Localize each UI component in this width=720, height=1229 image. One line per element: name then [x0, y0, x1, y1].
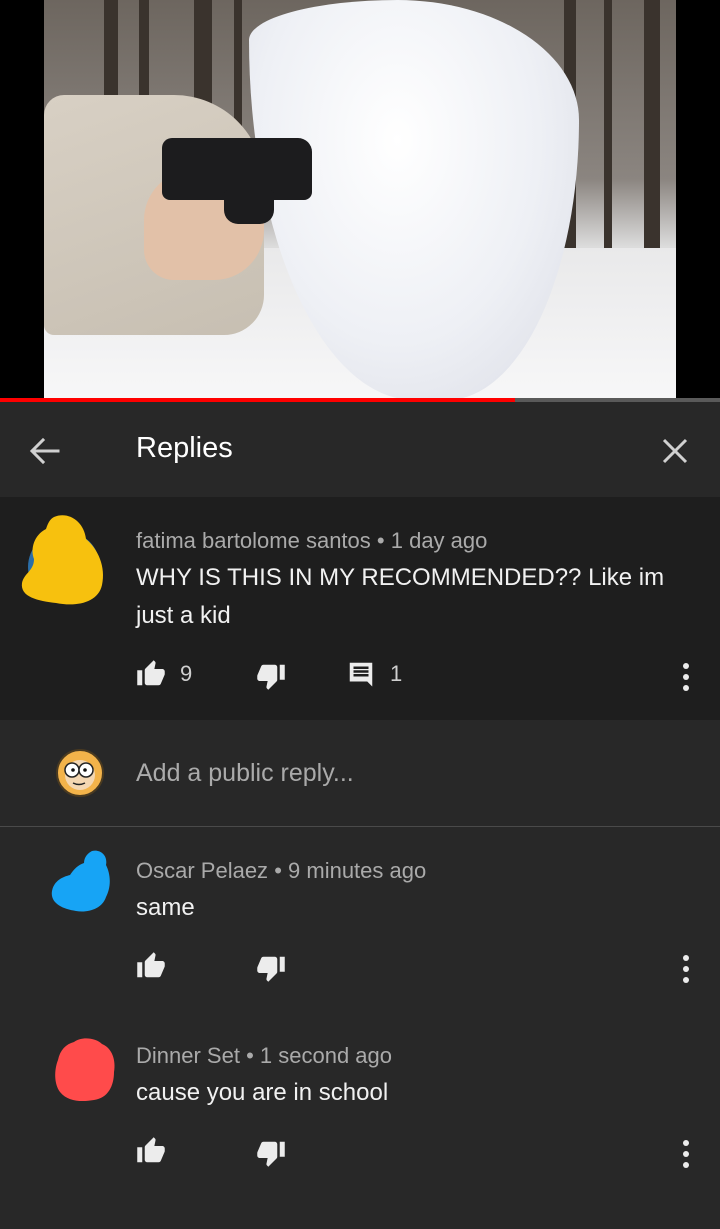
comment-actions: 9 1 [0, 657, 720, 697]
comment-meta: Dinner Set • 1 second ago [136, 1043, 392, 1069]
more-options-button[interactable] [672, 1136, 700, 1172]
back-button[interactable] [22, 428, 68, 474]
reply-comment: Dinner Set • 1 second ago cause you are … [0, 1012, 720, 1229]
comment-text: cause you are in school [136, 1079, 389, 1106]
more-vert-icon [683, 663, 689, 691]
comment-text: same [136, 894, 195, 921]
thumbs-down-icon [257, 1141, 285, 1167]
user-avatar [56, 749, 104, 797]
close-icon [662, 438, 688, 464]
reply-button[interactable]: 1 [346, 659, 402, 689]
comment-text: WHY IS THIS IN MY RECOMMENDED?? Like im … [136, 564, 665, 629]
comment-meta: Oscar Pelaez • 9 minutes ago [136, 858, 426, 884]
comment-actions [0, 949, 720, 989]
add-reply-row [0, 720, 720, 827]
separator: • [376, 528, 385, 553]
video-frame [44, 0, 676, 398]
more-options-button[interactable] [672, 659, 700, 695]
comment-meta: fatima bartolome santos • 1 day ago [136, 528, 487, 554]
like-count: 9 [180, 661, 193, 686]
like-button[interactable]: 9 [136, 659, 192, 689]
avatar[interactable] [16, 509, 108, 609]
like-button[interactable] [136, 1136, 166, 1166]
separator: • [246, 1043, 254, 1068]
comment-author[interactable]: Oscar Pelaez [136, 858, 268, 883]
dislike-button[interactable] [256, 953, 286, 983]
parent-comment: fatima bartolome santos • 1 day ago WHY … [0, 497, 720, 720]
more-vert-icon [683, 1140, 689, 1168]
comment-time: 1 day ago [390, 528, 488, 553]
thumbs-up-icon [137, 1137, 165, 1163]
more-options-button[interactable] [672, 951, 700, 987]
page-title: Replies [136, 432, 233, 464]
comment-actions [0, 1134, 720, 1174]
thumbs-up-icon [137, 952, 165, 978]
like-button[interactable] [136, 951, 166, 981]
comment-time: 9 minutes ago [288, 858, 427, 883]
comment-author[interactable]: fatima bartolome santos [136, 528, 371, 553]
separator: • [274, 858, 282, 883]
more-vert-icon [683, 955, 689, 983]
arrow-left-icon [29, 437, 60, 465]
comment-author[interactable]: Dinner Set [136, 1043, 240, 1068]
reply-input[interactable] [136, 756, 676, 790]
dislike-button[interactable] [256, 1138, 286, 1168]
avatar[interactable] [48, 847, 112, 915]
close-button[interactable] [652, 428, 698, 474]
comment-icon [349, 662, 373, 687]
replies-header: Replies [0, 402, 720, 498]
dislike-button[interactable] [256, 661, 286, 691]
thumbs-up-icon [137, 660, 165, 686]
video-player[interactable] [0, 0, 720, 402]
comment-time: 1 second ago [259, 1043, 393, 1068]
thumbs-down-icon [257, 664, 285, 690]
thumbs-down-icon [257, 956, 285, 982]
avatar[interactable] [52, 1036, 118, 1104]
reply-count: 1 [390, 661, 403, 686]
reply-comment: Oscar Pelaez • 9 minutes ago same [0, 827, 720, 1012]
